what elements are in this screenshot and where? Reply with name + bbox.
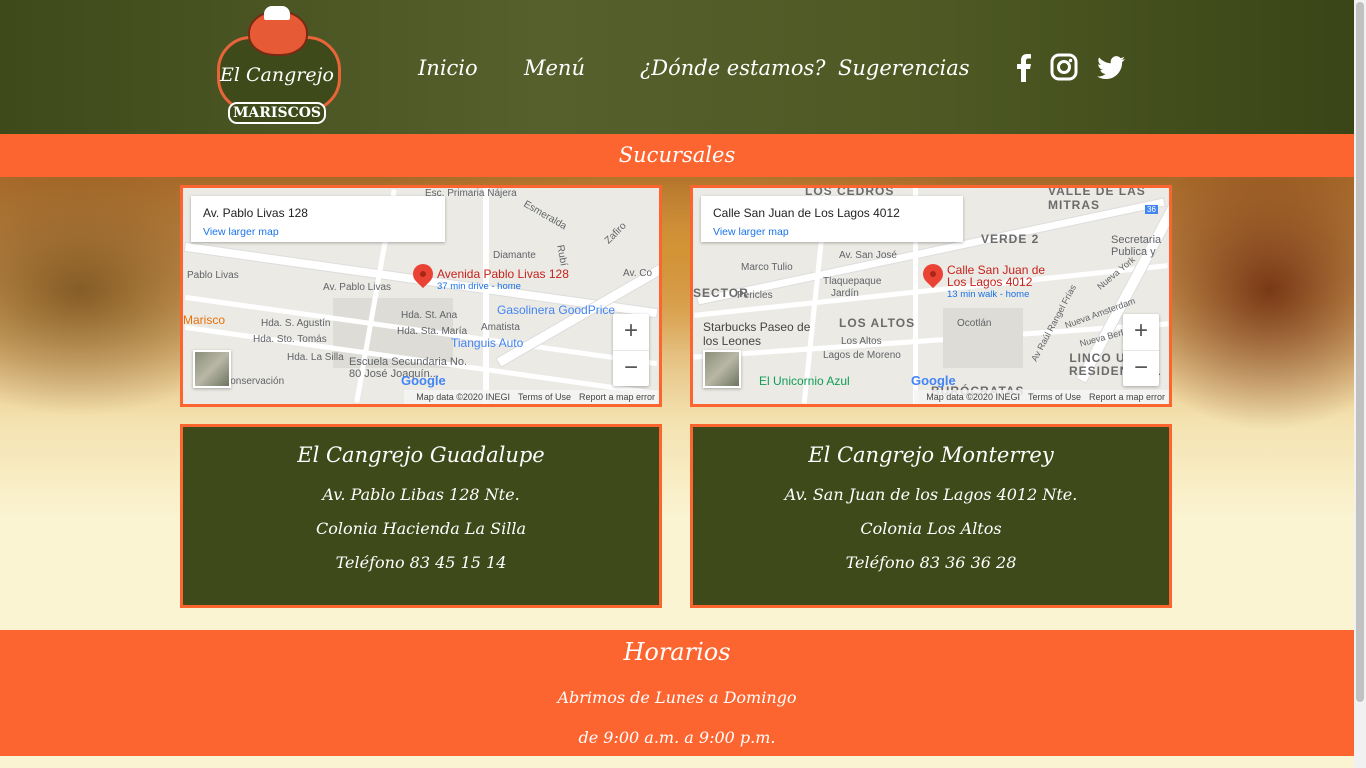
map-pin-label: Avenida Pablo Livas 128 37 min drive - ho… [437,267,569,292]
branch-phone: Teléfono 83 45 15 14 [335,553,507,572]
nav-item-inicio[interactable]: Inicio [418,56,478,80]
map-place: Hda. Sto. Tomás [253,334,327,345]
logo-name: El Cangrejo [220,64,334,86]
map-card-address: Calle San Juan de Los Lagos 4012 [713,206,900,220]
section-title-sucursales: Sucursales [0,134,1354,177]
scrollbar[interactable] [1354,0,1366,768]
map-place: Hda. St. Ana [401,310,458,321]
google-logo: Google [401,373,446,388]
site-header: El Cangrejo MARISCOS Inicio Menú ¿Dónde … [0,0,1354,134]
logo-tag: MARISCOS [228,102,326,124]
zoom-in-button[interactable]: + [613,314,649,350]
map-place: 36 [1145,205,1158,214]
nav-item-sugerencias[interactable]: Sugerencias [838,56,970,80]
branch-phone: Teléfono 83 36 36 28 [845,553,1017,572]
map-place: Av. Pablo Livas [323,282,392,293]
map-place: Av. Co [623,268,653,279]
map-place: Starbucks Paseo de los Leones [703,320,811,348]
map-footer: Map data ©2020 INEGI Terms of Use Report a… [914,390,1169,404]
crab-mascot-icon [248,6,308,56]
zoom-out-button[interactable]: − [1123,350,1159,387]
map-place: Pablo Livas [187,270,239,281]
branch-name: El Cangrejo Guadalupe [297,443,545,467]
map-place: Conservación [223,376,285,387]
map-place: SECTOR [693,286,749,300]
nav-item-menu[interactable]: Menú [524,56,585,80]
google-logo: Google [911,373,956,388]
hours-days: Abrimos de Lunes a Domingo [557,688,797,707]
branch-card-guadalupe: El Cangrejo Guadalupe Av. Pablo Libas 12… [180,424,662,608]
map-place: Hda. La Silla [287,352,344,363]
nav-item-donde-estamos[interactable]: ¿Dónde estamos? [640,56,826,80]
map-place: Jardín [831,288,859,299]
branch-colonia: Colonia Hacienda La Silla [316,519,526,538]
map-place: Tlaquepaque [823,276,882,287]
map-place: Marco Tulio [741,262,793,273]
branch-name: El Cangrejo Monterrey [808,443,1054,467]
map-info-card: Calle San Juan de Los Lagos 4012 View la… [701,196,963,242]
map-place: El Unicornio Azul [759,374,850,388]
branch-address: Av. Pablo Libas 128 Nte. [322,485,520,504]
branch-card-monterrey: El Cangrejo Monterrey Av. San Juan de lo… [690,424,1172,608]
map-place: Esmeralda [521,198,569,233]
map-guadalupe[interactable]: Esc. Primaria Nájera Resurrección Del Se… [180,185,662,407]
zoom-out-button[interactable]: − [613,350,649,387]
map-pin-label: Calle San Juan de Los Lagos 4012 13 min w… [947,263,1046,300]
map-monterrey[interactable]: LOS CEDROS VALLE DE LAS MITRAS VERDE 2 S… [690,185,1172,407]
map-info-card: Av. Pablo Livas 128 View larger map [191,196,445,242]
zoom-control: + − [1123,314,1159,386]
branch-colonia: Colonia Los Altos [860,519,1002,538]
map-footer: Map data ©2020 INEGI Terms of Use Report a… [404,390,659,404]
map-place: LOS ALTOS [839,316,916,330]
brand-logo[interactable]: El Cangrejo MARISCOS [214,6,341,124]
map-place: Tianguis Auto [451,336,524,350]
view-larger-map-link[interactable]: View larger map [713,226,789,238]
map-place: Los Altos [841,336,882,347]
map-card-address: Av. Pablo Livas 128 [203,206,308,220]
map-data-text: Map data ©2020 INEGI [416,392,510,402]
satellite-toggle[interactable] [703,350,741,388]
map-place: Hda. S. Agustín [261,318,331,329]
satellite-toggle[interactable] [193,350,231,388]
map-pin-icon[interactable] [918,259,948,289]
facebook-icon[interactable] [1014,52,1032,84]
instagram-icon[interactable] [1050,52,1078,84]
report-error-link[interactable]: Report a map error [579,392,655,402]
map-place: Rubí [554,244,569,267]
map-place: Av. San José [839,250,897,261]
map-place: Diamante [493,250,536,261]
hours-section: Horarios Abrimos de Lunes a Domingo de 9… [0,630,1354,756]
report-error-link[interactable]: Report a map error [1089,392,1165,402]
zoom-control: + − [613,314,649,386]
map-data-text: Map data ©2020 INEGI [926,392,1020,402]
map-place: Lagos de Moreno [823,350,901,361]
map-place: Marisco [183,313,226,327]
map-place: Ocotlán [957,318,992,329]
map-place: VALLE DE LAS MITRAS [1048,185,1146,212]
hours-time: de 9:00 a.m. a 9:00 p.m. [578,728,776,747]
map-place: VERDE 2 [981,232,1040,246]
zoom-in-button[interactable]: + [1123,314,1159,350]
terms-link[interactable]: Terms of Use [518,392,571,402]
twitter-icon[interactable] [1096,52,1126,84]
hours-title: Horarios [623,638,731,666]
map-place: Zafiro [602,220,629,247]
map-place: Amatista [481,322,520,333]
view-larger-map-link[interactable]: View larger map [203,226,279,238]
map-place: Gasolinera GoodPrice [497,303,616,317]
terms-link[interactable]: Terms of Use [1028,392,1081,402]
scrollbar-thumb[interactable] [1356,2,1364,702]
branch-address: Av. San Juan de los Lagos 4012 Nte. [784,485,1078,504]
map-place: Secretaria Publica y [1111,234,1162,258]
